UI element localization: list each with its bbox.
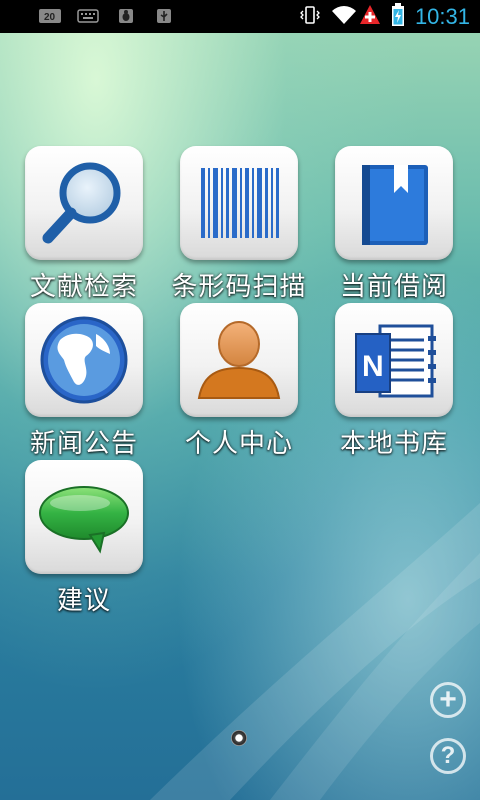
magnifier-icon [42,162,121,244]
wifi-icon [331,4,357,30]
vibrate-icon [299,4,321,30]
notebook-n-icon: N [355,324,436,398]
keyboard-icon [76,6,100,26]
app-local-library[interactable]: N 本地书库 [319,303,469,463]
app-personal-center[interactable]: 个人中心 [164,303,314,463]
app-barcode-scan[interactable]: 条形码扫描 [164,146,314,306]
book-bookmark-icon [362,165,428,245]
app-suggestions[interactable]: 建议 [9,460,159,620]
barcode-icon [201,168,279,238]
app-tile[interactable] [335,146,453,260]
app-label: 本地书库 [339,429,448,459]
alert-plus-icon [359,4,381,30]
app-label: 文献检索 [29,272,138,302]
app-label: 个人中心 [184,429,293,459]
app-tile[interactable]: N [335,303,453,417]
app-label: 建议 [56,586,111,616]
app-tile[interactable] [25,146,143,260]
status-clock: 10:31 [414,3,470,29]
app-tile[interactable] [180,303,298,417]
app-tile[interactable] [25,303,143,417]
page-indicator [231,730,247,746]
app-label: 当前借阅 [339,272,448,302]
speech-bubble-icon [39,486,129,554]
app-label: 新闻公告 [29,429,138,459]
question-icon: ? [440,742,456,769]
app-current-borrowing[interactable]: 当前借阅 [319,146,469,306]
battery-charging-icon [391,2,405,31]
person-icon [197,321,281,399]
sd-card-icon: 20 [38,6,62,26]
app-literature-search[interactable]: 文献检索 [9,146,159,306]
bug-debug-icon [114,6,138,26]
app-tile[interactable] [25,460,143,574]
status-bar: 20 10:31 [0,0,480,33]
usb-icon [152,6,176,26]
globe-icon [40,316,128,404]
plus-icon: + [439,683,457,716]
app-label: 条形码扫描 [171,272,307,302]
help-button[interactable]: ? [430,738,466,774]
svg-text:20: 20 [44,12,56,23]
svg-text:N: N [362,350,384,383]
app-news-announcements[interactable]: 新闻公告 [9,303,159,463]
add-button[interactable]: + [430,682,466,718]
app-tile[interactable] [180,146,298,260]
